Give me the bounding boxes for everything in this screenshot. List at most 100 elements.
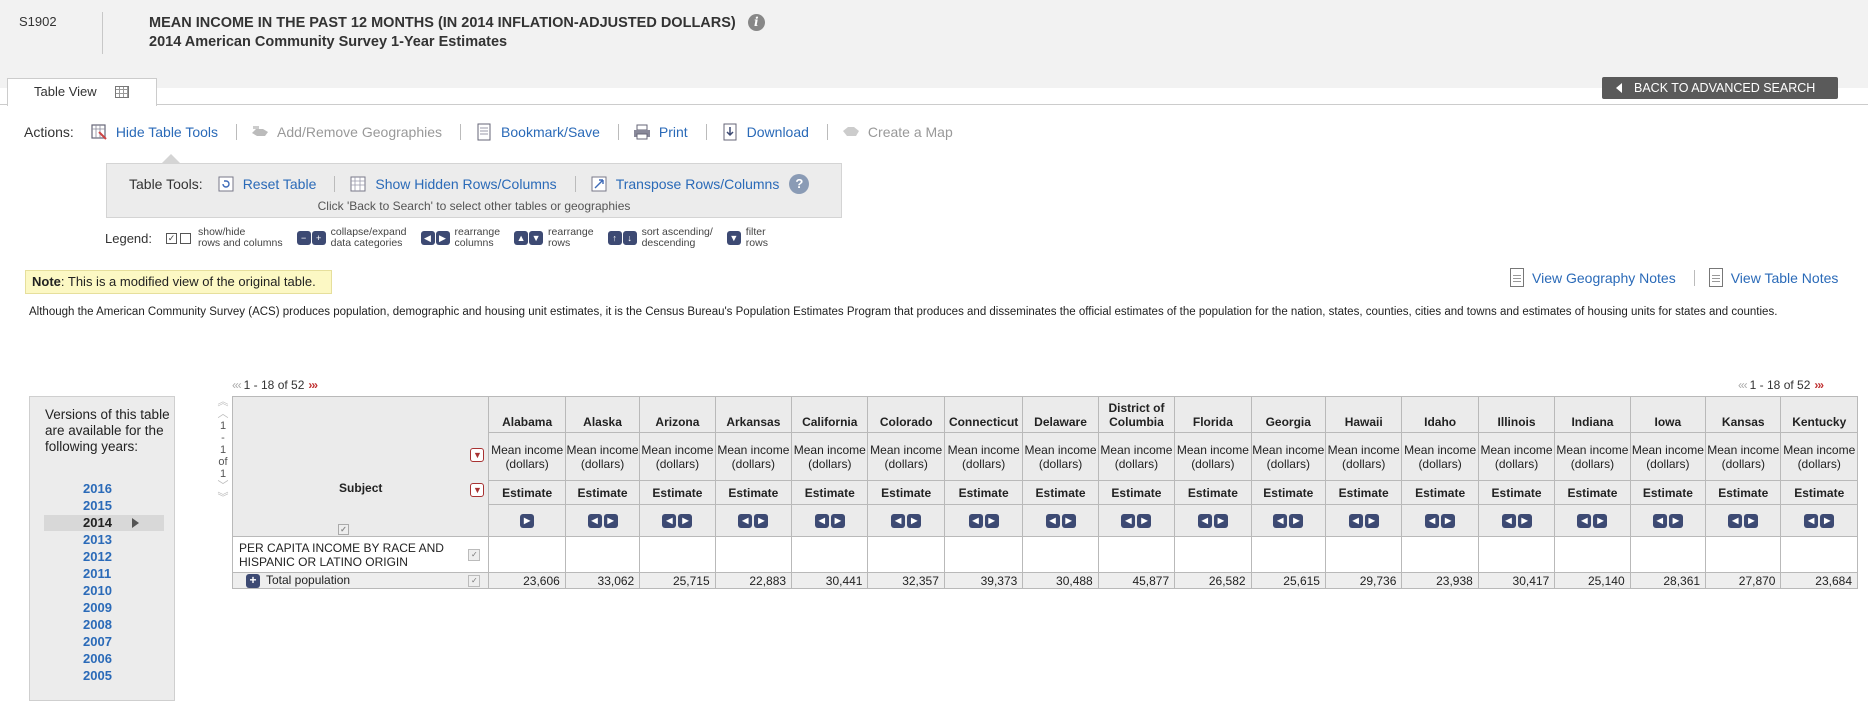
section-empty-cell [867,536,945,573]
checkbox-icon[interactable]: ✓ [468,548,481,561]
move-column-right-icon[interactable]: ▶ [603,513,618,528]
create-map-label: Create a Map [867,124,953,140]
version-year-2005[interactable]: 2005 [30,668,174,684]
move-column-right-icon[interactable]: ▶ [1061,513,1076,528]
move-column-right-icon[interactable]: ▶ [1364,513,1379,528]
version-year-2015[interactable]: 2015 [30,498,174,514]
table-tools-icon [91,124,107,140]
move-column-left-icon[interactable]: ◀ [662,513,677,528]
move-column-right-icon[interactable]: ▶ [1820,513,1835,528]
move-column-right-icon[interactable]: ▶ [1289,513,1304,528]
section-empty-cell [1022,536,1099,573]
first-page-icon[interactable]: «‹ [232,378,242,392]
move-column-left-icon[interactable]: ◀ [587,513,602,528]
info-icon[interactable]: i [747,14,765,31]
move-column-left-icon[interactable]: ◀ [1501,513,1516,528]
version-year-2016[interactable]: 2016 [30,481,174,497]
move-column-left-icon[interactable]: ◀ [1197,513,1212,528]
actions-separator [617,124,619,140]
version-year-2010[interactable]: 2010 [30,583,174,599]
move-column-left-icon[interactable]: ◀ [968,513,983,528]
version-year-2009[interactable]: 2009 [30,600,174,616]
bookmark-save-link[interactable]: Bookmark/Save [475,123,600,141]
column-header-state: Illinois [1477,396,1556,433]
vnav-to: 1 [219,444,227,456]
move-column-right-icon[interactable]: ▶ [984,513,999,528]
move-column-left-icon[interactable]: ◀ [1728,513,1743,528]
hide-table-tools-link[interactable]: Hide Table Tools [90,123,218,141]
column-header-measure: Mean income (dollars) [791,432,869,481]
show-hidden-label: Show Hidden Rows/Columns [375,176,557,192]
column-header-state: Kansas [1705,396,1782,433]
move-column-right-icon[interactable]: ▶ [907,513,922,528]
help-icon[interactable]: ? [789,174,810,194]
filter-icon[interactable]: ▼ [470,448,485,462]
column-header-measure: Mean income (dollars) [943,432,1024,481]
view-table-notes-link[interactable]: View Table Notes [1708,268,1838,287]
column-controls: ◀ ▶ [1401,504,1479,537]
column-header-estimate: Estimate [791,480,869,505]
filter-icon[interactable]: ▼ [470,483,485,497]
column-header-estimate: Estimate [1324,480,1403,505]
move-column-left-icon[interactable]: ◀ [1804,513,1819,528]
section-empty-cell [1780,536,1858,573]
move-column-right-icon[interactable]: ▶ [830,513,845,528]
show-hidden-rows-columns-link[interactable]: Show Hidden Rows/Columns [349,175,557,193]
move-column-left-icon[interactable]: ◀ [738,513,753,528]
up-arrows-icon[interactable]: ︽ ︿ [216,396,230,420]
move-column-right-icon[interactable]: ▶ [1213,513,1228,528]
add-remove-geographies-link[interactable]: Add/Remove Geographies [251,123,442,141]
view-geography-notes-link[interactable]: View Geography Notes [1510,268,1676,287]
move-column-left-icon[interactable]: ◀ [1348,513,1363,528]
next-page-icon[interactable]: ›» [1814,378,1824,392]
move-column-left-icon[interactable]: ◀ [1577,513,1592,528]
version-year-2008[interactable]: 2008 [30,617,174,633]
move-column-left-icon[interactable]: ◀ [1045,513,1060,528]
version-year-2014[interactable]: 2014 [44,515,164,531]
version-year-2011[interactable]: 2011 [30,566,174,582]
column-header-estimate: Estimate [639,480,716,505]
version-year-2012[interactable]: 2012 [30,549,174,565]
create-map-link[interactable]: Create a Map [842,123,953,141]
table-cell-value: 30,441 [791,572,869,589]
move-column-left-icon[interactable]: ◀ [1273,513,1288,528]
column-header-state: Iowa [1629,396,1707,433]
move-column-left-icon[interactable]: ◀ [1425,513,1440,528]
version-year-2013[interactable]: 2013 [30,532,174,548]
column-header-estimate: Estimate [867,480,945,505]
move-column-right-icon[interactable]: ▶ [1137,513,1152,528]
download-label: Download [746,124,809,140]
move-column-left-icon[interactable]: ◀ [1652,513,1667,528]
move-column-right-icon[interactable]: ▶ [1441,513,1456,528]
expand-plus-icon[interactable]: + [246,573,260,588]
move-column-right-icon[interactable]: ▶ [520,513,535,528]
first-page-icon[interactable]: «‹ [1738,378,1748,392]
down-arrows-icon[interactable]: ﹀ ︾ [216,480,230,504]
move-column-left-icon[interactable]: ◀ [891,513,906,528]
transpose-rows-columns-link[interactable]: Transpose Rows/Columns [590,175,779,193]
print-link[interactable]: Print [633,123,688,141]
checkbox-icon[interactable]: ✓ [468,574,481,587]
move-column-right-icon[interactable]: ▶ [1517,513,1532,528]
tab-table-view[interactable]: Table View [7,78,157,106]
version-year-2007[interactable]: 2007 [30,634,174,650]
table-cell-value: 27,870 [1705,572,1782,589]
section-label-cell: PER CAPITA INCOME BY RACE AND HISPANIC O… [231,536,490,573]
move-column-left-icon[interactable]: ◀ [1121,513,1136,528]
checkbox-icon[interactable]: ✓ [338,524,349,535]
version-year-2006[interactable]: 2006 [30,651,174,667]
move-column-right-icon[interactable]: ▶ [678,513,693,528]
move-column-left-icon[interactable]: ◀ [814,513,829,528]
reset-table-link[interactable]: Reset Table [217,175,316,193]
download-link[interactable]: Download [721,123,809,141]
column-header-state: Indiana [1554,396,1631,433]
map-icon [842,127,859,136]
empty-checkbox-icon [180,232,191,244]
move-column-right-icon[interactable]: ▶ [1668,513,1683,528]
column-header-estimate: Estimate [714,480,793,505]
move-column-right-icon[interactable]: ▶ [754,513,769,528]
back-to-advanced-search-button[interactable]: BACK TO ADVANCED SEARCH [1602,77,1838,99]
move-column-right-icon[interactable]: ▶ [1593,513,1608,528]
next-page-icon[interactable]: ›» [308,378,318,392]
move-column-right-icon[interactable]: ▶ [1744,513,1759,528]
